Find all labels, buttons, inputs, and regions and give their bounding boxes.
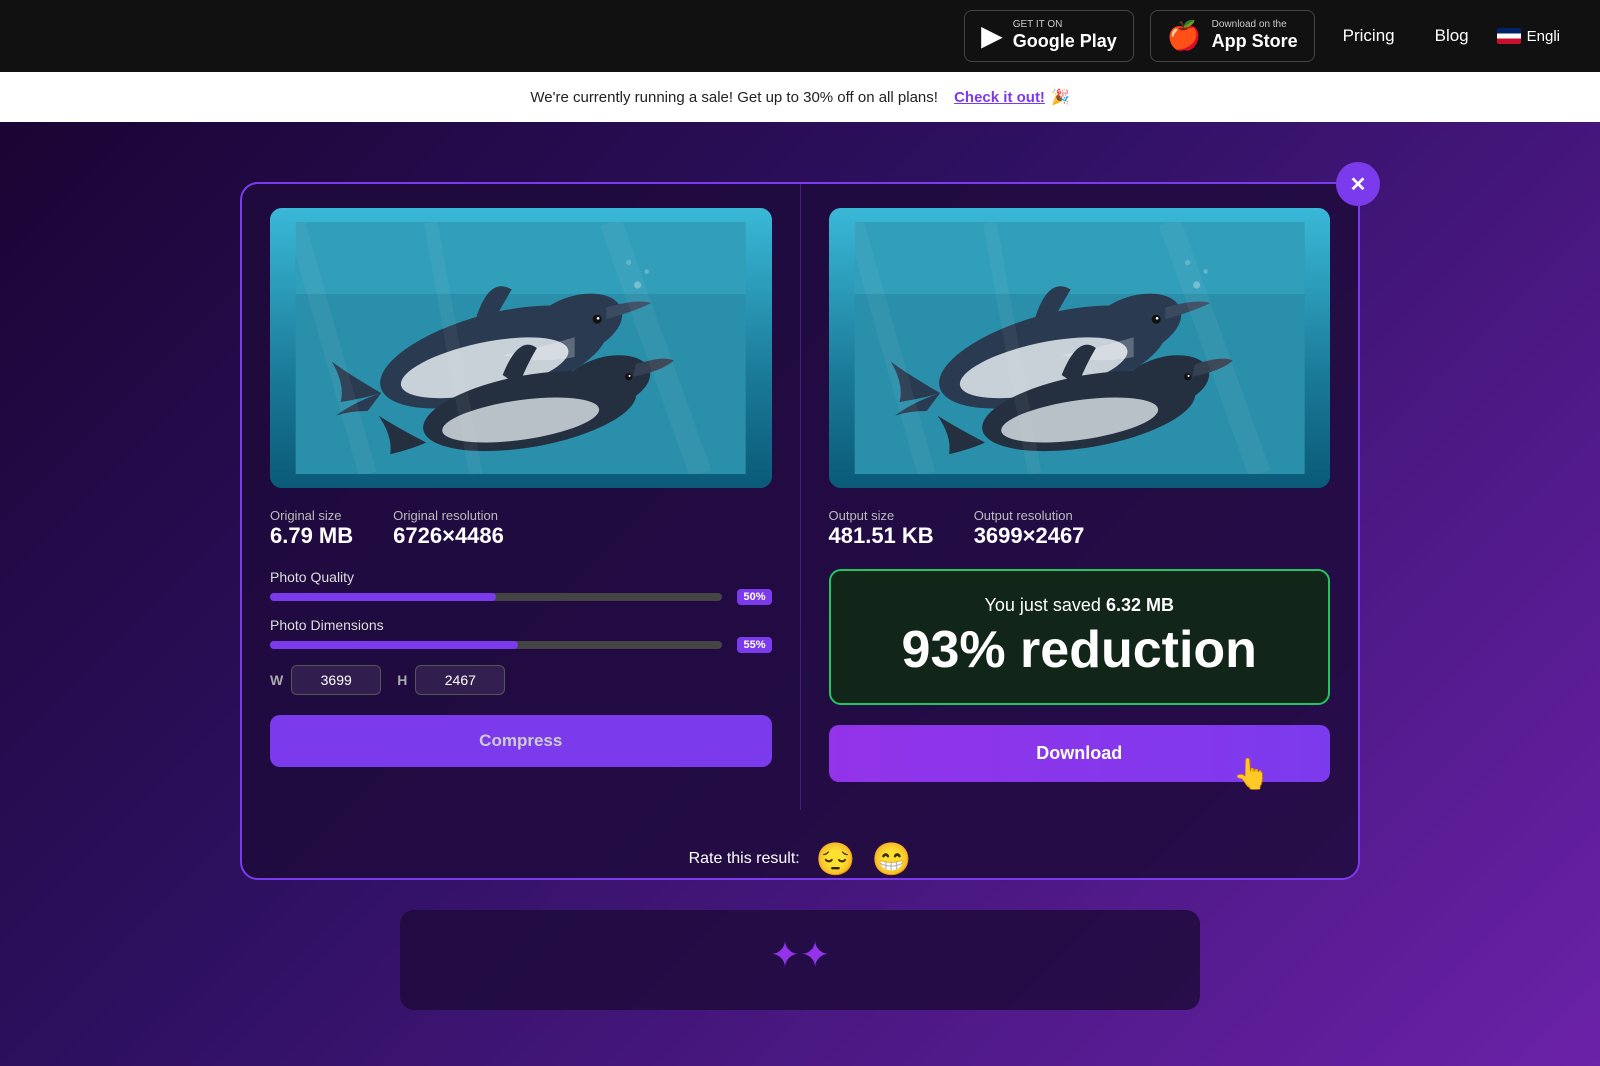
main-area: ✕: [0, 122, 1600, 1066]
dolphin-svg-right: [854, 222, 1305, 474]
rate-section: Rate this result: 😔 😁: [242, 840, 1358, 878]
quality-slider-fill: [270, 593, 496, 601]
height-input[interactable]: [415, 665, 505, 695]
output-resolution-value: 3699×2467: [974, 523, 1085, 549]
output-size-value: 481.51 KB: [829, 523, 934, 549]
app-store-btn[interactable]: 🍎 Download on the App Store: [1150, 10, 1315, 62]
apple-icon: 🍎: [1167, 22, 1202, 50]
original-image-container: [270, 208, 772, 488]
dimensions-slider-fill: [270, 641, 518, 649]
happy-emoji-button[interactable]: 😁: [872, 840, 912, 878]
pricing-link[interactable]: Pricing: [1331, 26, 1407, 46]
original-image: [270, 208, 772, 488]
quality-percent-badge: 50%: [737, 589, 771, 605]
comparison-card: ✕: [240, 182, 1360, 880]
dimensions-slider-section: Photo Dimensions 55%: [270, 617, 772, 649]
sale-text: We're currently running a sale! Get up t…: [530, 89, 938, 106]
output-resolution-label: Output resolution: [974, 508, 1073, 523]
google-play-icon: ▶: [981, 22, 1003, 50]
left-panel: Original size 6.79 MB Original resolutio…: [242, 184, 801, 810]
dimensions-slider-track[interactable]: [270, 641, 722, 649]
original-size-label: Original size: [270, 508, 342, 523]
dimensions-inputs-row: W H: [270, 665, 772, 695]
savings-text: You just saved 6.32 MB: [855, 595, 1305, 616]
output-resolution-stat: Output resolution 3699×2467: [974, 508, 1085, 549]
right-panel: Output size 481.51 KB Output resolution …: [801, 184, 1359, 810]
sale-emoji: 🎉: [1051, 88, 1070, 106]
original-resolution-stat: Original resolution 6726×4486: [393, 508, 504, 549]
google-play-big-text: Google Play: [1013, 31, 1117, 53]
sale-banner: We're currently running a sale! Get up t…: [0, 72, 1600, 122]
app-store-small-text: Download on the: [1212, 19, 1298, 31]
width-input-group: W: [270, 665, 381, 695]
quality-label: Photo Quality: [270, 569, 772, 585]
original-resolution-value: 6726×4486: [393, 523, 504, 549]
app-store-big-text: App Store: [1212, 31, 1298, 53]
dimensions-percent-badge: 55%: [737, 637, 771, 653]
google-play-small-text: GET IT ON: [1013, 19, 1117, 31]
original-size-stat: Original size 6.79 MB: [270, 508, 353, 549]
top-nav: ▶ GET IT ON Google Play 🍎 Download on th…: [0, 0, 1600, 72]
output-image: [829, 208, 1331, 488]
original-stats-row: Original size 6.79 MB Original resolutio…: [270, 508, 772, 549]
width-label: W: [270, 672, 283, 688]
savings-amount: 6.32 MB: [1106, 595, 1174, 615]
dimensions-label: Photo Dimensions: [270, 617, 772, 633]
blog-link[interactable]: Blog: [1423, 26, 1481, 46]
compress-button[interactable]: Compress: [270, 715, 772, 767]
width-input[interactable]: [291, 665, 381, 695]
download-button[interactable]: Download: [829, 725, 1331, 782]
compress-more-section: ✦✦: [400, 910, 1200, 1010]
language-selector[interactable]: Engli: [1497, 28, 1560, 45]
dolphin-svg-left: [295, 222, 746, 474]
quality-slider-section: Photo Quality 50%: [270, 569, 772, 601]
card-inner: Original size 6.79 MB Original resolutio…: [242, 184, 1358, 810]
height-input-group: H: [397, 665, 505, 695]
output-image-container: [829, 208, 1331, 488]
original-resolution-label: Original resolution: [393, 508, 498, 523]
savings-box: You just saved 6.32 MB 93% reduction: [829, 569, 1331, 705]
sale-link[interactable]: Check it out!: [954, 89, 1045, 106]
height-label: H: [397, 672, 407, 688]
sad-emoji-button[interactable]: 😔: [816, 840, 856, 878]
lang-label: Engli: [1527, 28, 1560, 45]
quality-slider-track[interactable]: [270, 593, 722, 601]
rate-label: Rate this result:: [689, 850, 800, 868]
output-stats-row: Output size 481.51 KB Output resolution …: [829, 508, 1331, 549]
original-size-value: 6.79 MB: [270, 523, 353, 549]
compress-more-icon: ✦✦: [770, 934, 830, 976]
close-button[interactable]: ✕: [1336, 162, 1380, 206]
output-size-stat: Output size 481.51 KB: [829, 508, 934, 549]
google-play-btn[interactable]: ▶ GET IT ON Google Play: [964, 10, 1134, 62]
flag-icon: [1497, 28, 1521, 44]
savings-percent: 93% reduction: [855, 622, 1305, 679]
output-size-label: Output size: [829, 508, 895, 523]
